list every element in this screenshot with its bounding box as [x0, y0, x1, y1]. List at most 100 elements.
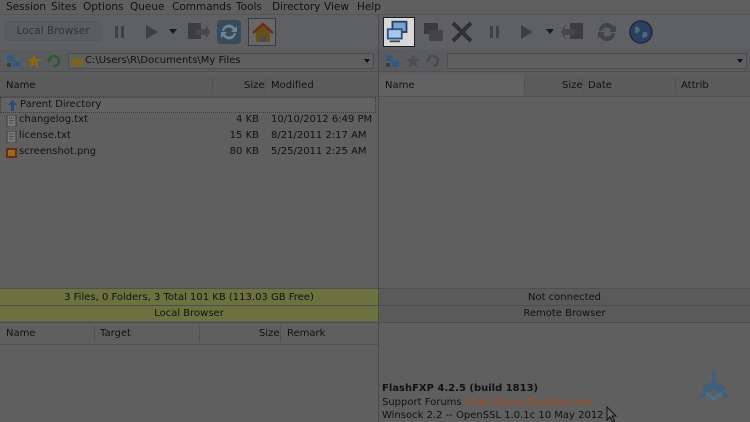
file-row[interactable]: license.txt 15 KB 8/21/2011 2:17 AM [0, 129, 376, 145]
local-status-panel: 3 Files, 0 Folders, 3 Total 101 KB (113.… [0, 288, 378, 321]
transfer-icon[interactable] [183, 18, 211, 46]
column-separator [675, 78, 676, 94]
mouse-cursor-icon [606, 406, 618, 422]
refresh-icon[interactable] [215, 18, 243, 46]
file-modified: 10/10/2012 6:49 PM [271, 114, 373, 125]
local-browser-button[interactable]: Local Browser [5, 21, 101, 41]
log-ssl-line: Winsock 2.2 -- OpenSSL 1.0.1c 10 May 201… [382, 410, 604, 421]
menu-queue[interactable]: Queue [130, 1, 165, 13]
remote-path-bar [379, 50, 750, 72]
file-row[interactable]: screenshot.png 80 KB 5/25/2011 2:25 AM [0, 145, 376, 161]
menu-sites[interactable]: Sites [51, 1, 77, 13]
menu-help[interactable]: Help [357, 1, 381, 13]
menu-commands[interactable]: Commands [172, 1, 231, 13]
watermark-logo-icon [698, 371, 730, 401]
history-icon[interactable] [46, 53, 62, 69]
file-modified: 8/21/2011 2:17 AM [271, 130, 367, 141]
file-modified: 5/25/2011 2:25 AM [271, 146, 367, 157]
column-separator [199, 326, 200, 342]
refresh-icon[interactable] [593, 18, 621, 46]
sites-icon[interactable] [6, 53, 22, 69]
column-separator [94, 326, 95, 342]
star-icon[interactable] [405, 53, 421, 69]
column-separator [212, 78, 213, 94]
transfer-queue[interactable]: Name Target Size Remark [0, 322, 378, 422]
chevron-down-icon[interactable] [737, 59, 743, 63]
column-target[interactable]: Target [100, 328, 131, 339]
remote-status-panel: Not connected Remote Browser [379, 288, 750, 321]
queue-column-header: Name Target Size Remark [0, 323, 378, 345]
column-name[interactable]: Name [6, 328, 36, 339]
parent-dir-icon [8, 100, 17, 111]
chevron-down-icon[interactable] [168, 25, 178, 37]
log-support-line: Support Forums http://forum.flashfxp.com [382, 397, 593, 408]
file-size: 15 KB [229, 130, 259, 141]
connect-icon[interactable] [383, 17, 415, 47]
column-size[interactable]: Size [259, 328, 280, 339]
column-attrib[interactable]: Attrib [681, 80, 709, 91]
menu-bar: Session Sites Options Queue Commands Too… [0, 0, 750, 15]
column-separator [582, 78, 583, 94]
column-remark[interactable]: Remark [287, 328, 325, 339]
column-date[interactable]: Date [588, 80, 612, 91]
abort-icon[interactable] [448, 18, 476, 46]
local-column-header: Name Size Modified [0, 75, 378, 97]
file-row-parent[interactable]: Parent Directory [0, 97, 376, 113]
local-file-list[interactable]: Name Size Modified Parent Directory chan… [0, 73, 378, 287]
status-divider [0, 305, 378, 306]
history-icon[interactable] [425, 53, 441, 69]
file-row[interactable]: changelog.txt 4 KB 10/10/2012 6:49 PM [0, 113, 376, 129]
column-separator [265, 78, 266, 94]
remote-path-combo[interactable] [447, 53, 747, 69]
disconnect-icon[interactable] [419, 18, 447, 46]
status-divider [379, 305, 750, 306]
remote-toolbar [379, 15, 750, 49]
file-name: license.txt [19, 130, 71, 141]
status-log[interactable]: FlashFXP 4.2.5 (build 1813) Support Foru… [379, 322, 750, 422]
file-size: 80 KB [229, 146, 259, 157]
menu-session[interactable]: Session [6, 1, 46, 13]
column-separator [524, 78, 525, 94]
log-forums-link[interactable]: http://forum.flashfxp.com [465, 397, 593, 408]
remote-browser-label: Remote Browser [523, 308, 606, 319]
local-toolbar: Local Browser [0, 15, 378, 49]
local-path-combo[interactable]: C:\Users\R\Documents\My Files [68, 53, 374, 69]
local-status-text: 3 Files, 0 Folders, 3 Total 101 KB (113.… [64, 292, 314, 303]
home-icon[interactable] [248, 18, 276, 46]
log-app-version: FlashFXP 4.2.5 (build 1813) [382, 383, 539, 394]
column-separator [280, 326, 281, 342]
menu-view[interactable]: View [324, 1, 349, 13]
local-browser-label: Local Browser [154, 308, 224, 319]
file-name: changelog.txt [19, 114, 88, 125]
play-icon[interactable] [512, 18, 540, 46]
chevron-down-icon[interactable] [364, 59, 370, 63]
sites-icon[interactable] [385, 53, 401, 69]
menu-tools[interactable]: Tools [236, 1, 262, 13]
transfer-icon[interactable] [560, 18, 588, 46]
folder-icon [72, 58, 83, 66]
text-file-icon [6, 131, 17, 143]
remote-file-list[interactable]: Name Size Date Attrib [379, 73, 750, 287]
menu-directory[interactable]: Directory [272, 1, 320, 13]
menu-options[interactable]: Options [83, 1, 124, 13]
pause-icon[interactable] [481, 18, 509, 46]
column-modified[interactable]: Modified [271, 80, 314, 91]
column-name[interactable]: Name [6, 80, 36, 91]
column-name[interactable]: Name [385, 80, 415, 91]
pause-icon[interactable] [106, 18, 134, 46]
play-icon[interactable] [137, 18, 165, 46]
image-file-icon [6, 148, 17, 158]
remote-status-text: Not connected [527, 292, 602, 303]
local-path-bar: C:\Users\R\Documents\My Files [0, 50, 378, 72]
chevron-down-icon[interactable] [545, 25, 555, 37]
file-name: Parent Directory [20, 99, 102, 110]
star-icon[interactable] [26, 53, 42, 69]
text-file-icon [6, 115, 17, 127]
remote-column-header: Name Size Date Attrib [379, 75, 750, 97]
column-size[interactable]: Size [562, 80, 583, 91]
column-size[interactable]: Size [244, 80, 265, 91]
globe-icon[interactable] [627, 18, 655, 46]
file-name: screenshot.png [19, 146, 97, 157]
log-forums-label: Support Forums [382, 397, 462, 408]
file-size: 4 KB [236, 114, 259, 125]
